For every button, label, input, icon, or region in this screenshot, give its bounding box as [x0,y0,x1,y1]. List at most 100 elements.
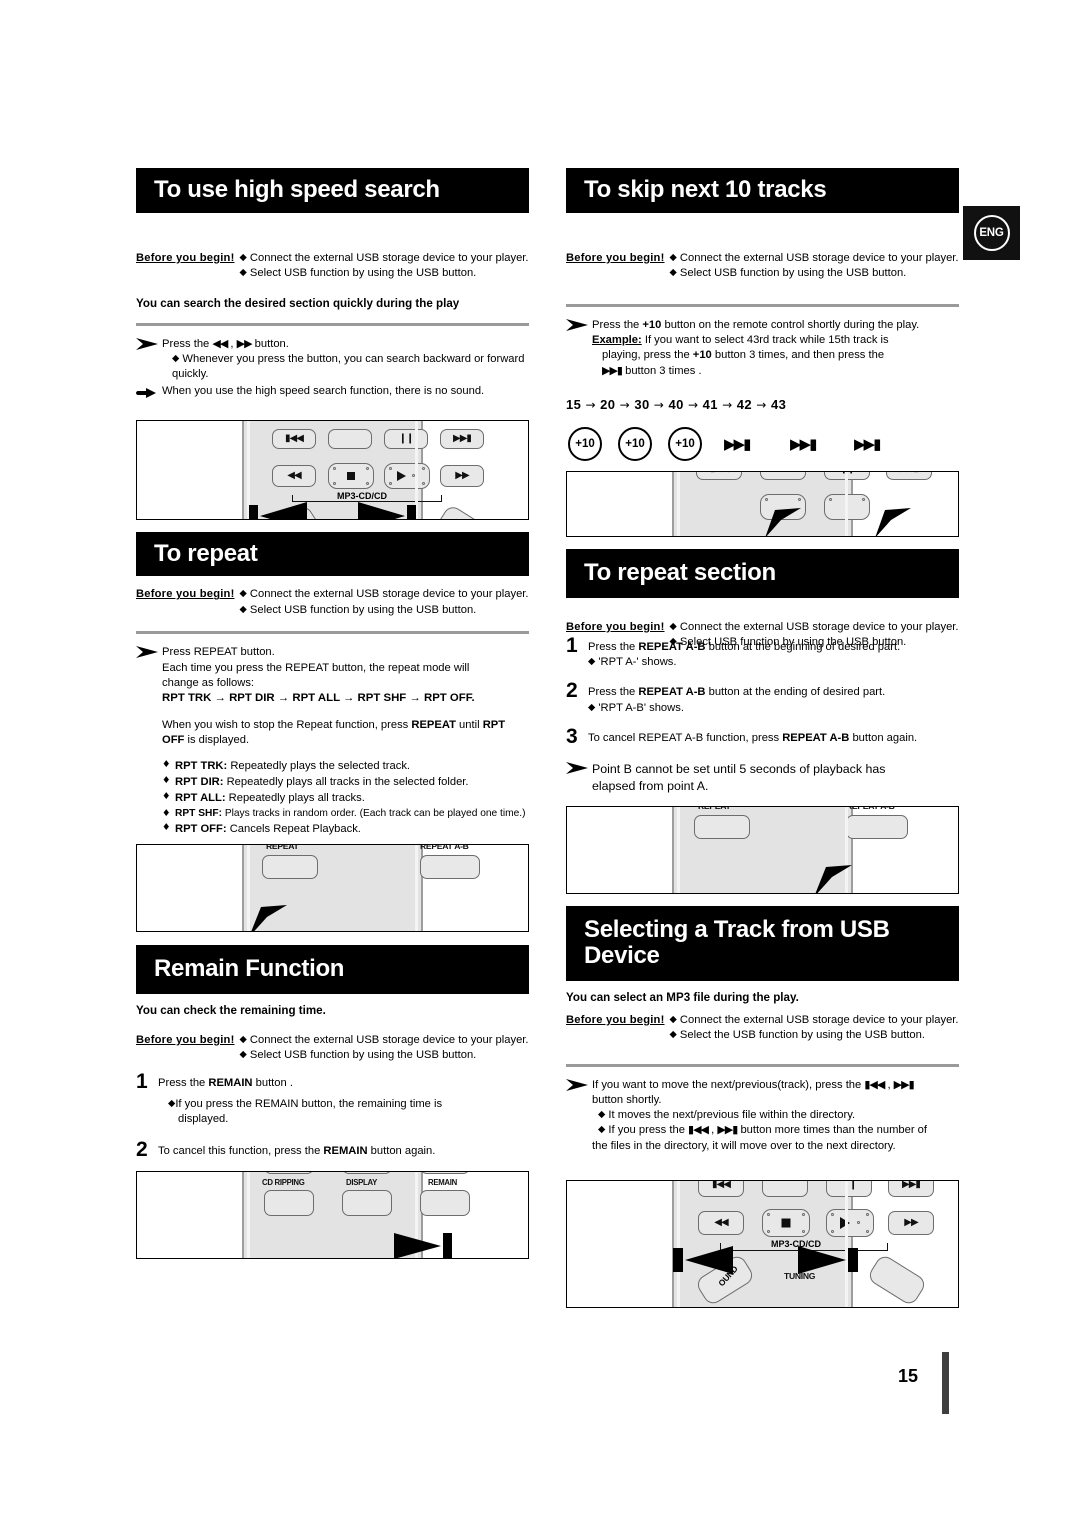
repeat-stop-2: OFF is displayed. [162,733,250,746]
remote-pause-button-3: ❙❙ [826,1180,872,1197]
select-track-bullet-2a: If you press the [608,1124,685,1137]
select-track-main-2: button shortly. [592,1094,662,1106]
divider-rule-3 [566,303,959,307]
select-track-instruction: If you want to move the next/previous(tr… [566,1078,959,1154]
callout-arrow-left-2 [673,1243,737,1277]
remote-repeat-ab-button [420,854,480,879]
before-bullet-select-4: Select USB function by using the USB but… [679,267,907,280]
remote-illustration-transport-left: ▮◀◀ ❙❙ ▶▶▮ ◀◀ ▶▶ MP3-CD/CD [136,419,529,520]
step-number: 2 [136,1137,148,1161]
before-bullet-connect-6: Connect the external USB storage device … [679,1013,959,1026]
remote-illustration-plus10: +10 ▮◀◀ ❙❙ ▶▶▮ [566,470,959,537]
arrow-bullet-icon [136,337,162,351]
divider-rule [136,322,529,326]
before-you-begin-label-5: Before you begin! [566,620,665,633]
remote-play-button-2 [824,493,870,520]
remote-label-cd-ripping: CD RIPPING [262,1178,305,1188]
step-number: 2 [566,679,578,703]
remote-next-button: ▶▶▮ [440,428,484,449]
remote-stop-button [328,462,374,489]
before-bullet-connect-4: Connect the external USB storage device … [679,251,959,264]
before-you-begin-label-3: Before you begin! [136,1033,235,1046]
example-label: Example: [592,334,642,347]
remote-illustration-repeat-ab: REB/BASS TUNING P.BASS REPEAT REPEAT A-B [566,806,959,895]
remote-label-repeat-2: REPEAT [698,806,731,812]
section-title-repeat: To repeat [136,531,529,577]
repeat-instruction: Press REPEAT button. Each time you press… [136,645,529,748]
select-track-bullet-1: It moves the next/previous file within t… [608,1109,856,1122]
before-you-begin-label-4: Before you begin! [566,251,665,264]
before-you-begin-label-6: Before you begin! [566,1013,665,1026]
remote-label-remain: REMAIN [428,1178,457,1188]
repeat-section-step-1-bullet: 'RPT A-' shows. [598,656,677,669]
skip-prev-icon: ▮◀◀ [864,1077,885,1091]
repeat-section-step-1-text: Press the REPEAT A-B button at the begin… [588,640,901,653]
remote-label-display: DISPLAY [346,1178,377,1188]
section-title-high-speed-search: To use high speed search [136,168,529,213]
before-you-begin-select-track: Before you begin! ◆ Connect the external… [566,1013,959,1042]
repeat-section-step-2: 2 Press the REPEAT A-B button at the end… [566,679,959,716]
remote-eq-button-2 [866,1252,928,1307]
remote-prev-button-2: ▮◀◀ [696,471,742,480]
remote-pause-button-2: ❙❙ [824,471,870,480]
before-bullet-connect-2: Connect the external USB storage device … [249,588,529,601]
skip10-instruction: Press the +10 button on the remote contr… [566,318,959,379]
high-speed-bullet: Whenever you press the button, you can s… [172,353,525,381]
before-you-begin-label-2: Before you begin! [136,588,235,601]
remain-step-1-bullet-2: displayed. [178,1113,229,1126]
remote-eq-button [434,503,494,519]
repeat-mode-chain: RPT TRK → RPT DIR → RPT ALL → RPT SHF → … [162,692,475,705]
section-title-remain: Remain Function [136,944,529,994]
list-item: RPT SHF: Plays tracks in random order. (… [162,807,529,822]
remote-illustration-repeat: REB/BASS TUNING P.BASS REPEAT REPEAT A-B [136,843,529,932]
callout-arrow-right-2 [794,1243,858,1277]
repeat-press-text: Press REPEAT button. [162,646,275,659]
step-number: 1 [136,1069,148,1093]
manual-page: ENG To use high speed search Before you … [0,0,1080,1527]
arrow-bullet-icon-5 [566,1078,592,1092]
remote-pause-button: ❙❙ [384,428,428,449]
section-title-repeat-section: To repeat section [566,548,959,598]
remote-label-repeat-ab: REPEAT A-B [420,843,469,851]
list-item: RPT TRK: Repeatedly plays the selected t… [162,758,529,774]
select-track-bullet-2c: the files in the directory, it will move… [592,1139,896,1152]
skip10-example-1: If you want to select 43rd track while 1… [644,334,889,347]
skip-next-icon: ▶▶▮ [602,363,623,377]
skip10-example-2: playing, press the +10 button 3 times, a… [602,349,885,362]
skip-next-icon-4: ▶▶▮ [893,1077,915,1091]
list-item: RPT ALL: Repeatedly plays all tracks. [162,790,529,806]
button-press-sequence: +10 +10 +10 ▶▶▮ ▶▶▮ ▶▶▮ [566,426,959,465]
repeat-mode-list: RPT TRK: Repeatedly plays the selected t… [162,758,529,838]
track-sequence: 15 → 20 → 30 → 40 → 41 → 42 → 43 [566,396,787,412]
repeat-section-step-1: 1 Press the REPEAT A-B button at the beg… [566,635,959,671]
remote-repeat-button-2 [694,815,750,840]
page-edge-bar [942,1352,949,1414]
repeat-desc-2: change as follows: [162,676,255,689]
section-title-select-track: Selecting a Track from USB Device [566,906,959,981]
high-speed-press-text: Press the [162,337,210,350]
remain-step-2: 2 To cancel this function, press the REM… [136,1137,529,1161]
remote-repeat-ab-button-2 [846,815,908,840]
callout-arrow-left [249,499,311,519]
remain-step-1-text: Press the REMAIN button . [158,1076,293,1089]
remote-prev-button: ▮◀◀ [272,428,316,449]
remote-remain-button [420,1190,470,1217]
remote-next-button-2: ▶▶▮ [886,471,932,480]
remote-next-button-3: ▶▶▮ [888,1180,934,1197]
skip-next-icon-5: ▶▶▮ [717,1123,738,1137]
repeat-section-step-3-text: To cancel REPEAT A-B function, press REP… [588,732,918,745]
remain-step-1: 1 Press the REMAIN button . ◆If you pres… [136,1069,529,1128]
select-track-bullet-2b: button more times than the number of [740,1124,927,1137]
repeat-stop-1: When you wish to stop the Repeat functio… [162,718,506,731]
before-you-begin-skip10: Before you begin! ◆ Connect the external… [566,251,959,280]
plus10-circle-1: +10 [568,426,602,461]
before-you-begin-label: Before you begin! [136,251,235,264]
before-bullet-connect: Connect the external USB storage device … [249,251,529,264]
high-speed-note-text: When you use the high speed search funct… [162,384,485,397]
left-column: To use high speed search Before you begi… [136,168,529,1260]
arrow-bullet-icon-2 [136,645,162,659]
remote-plus10-button-3 [762,1180,808,1197]
repeat-section-step-2-text: Press the REPEAT A-B button at the endin… [588,686,886,699]
skip-prev-icon-2: ▮◀◀ [688,1123,709,1137]
before-bullet-select: Select USB function by using the USB but… [249,267,477,280]
